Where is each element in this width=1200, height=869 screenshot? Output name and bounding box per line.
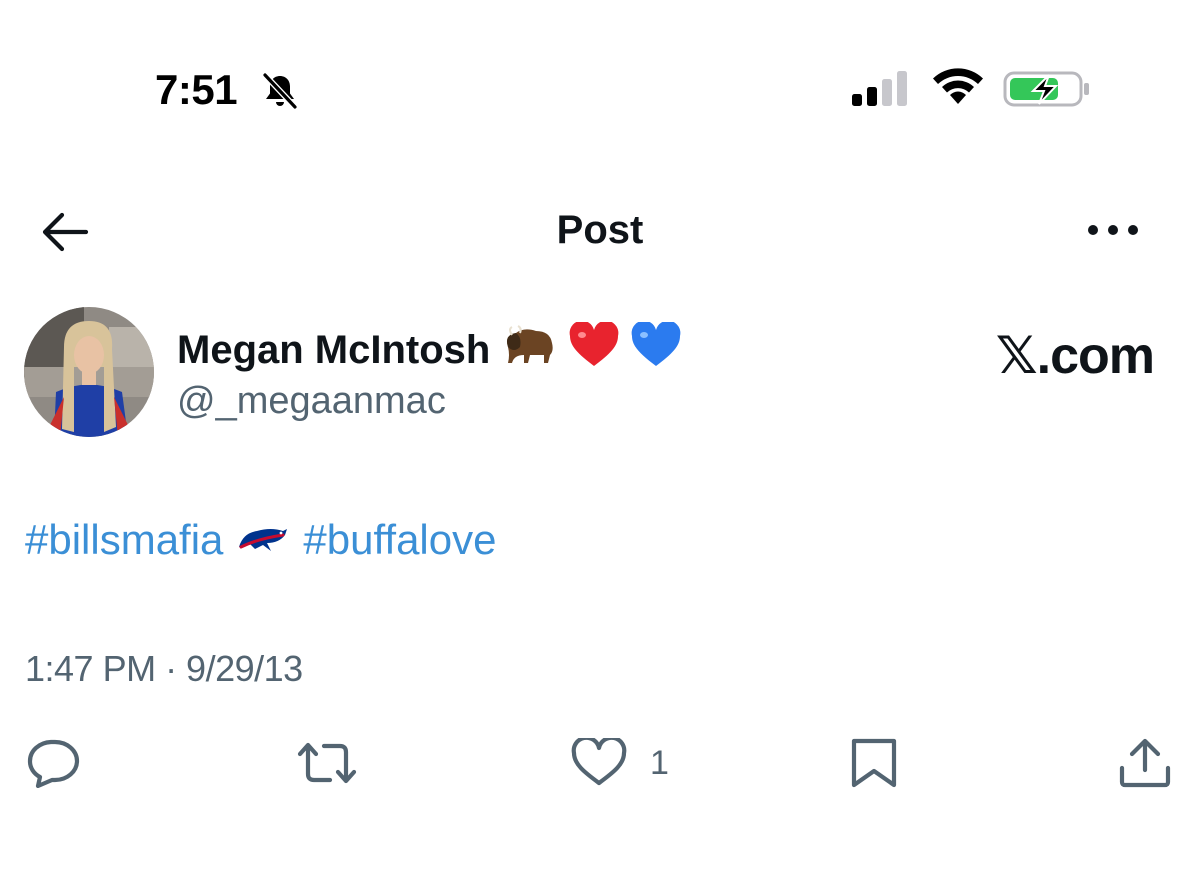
author-name-text: Megan McIntosh [177, 327, 491, 372]
author-name[interactable]: Megan McIntosh [177, 320, 682, 378]
hashtag-link[interactable]: #buffalove [303, 516, 496, 564]
page-title: Post [556, 208, 644, 252]
like-button[interactable]: 1 [570, 738, 669, 788]
heart-icon [571, 738, 627, 786]
bell-slash-icon [262, 72, 298, 110]
battery-charging-icon [1003, 71, 1089, 107]
x-com-watermark: 𝕏.com [995, 327, 1155, 385]
wifi-icon [933, 68, 983, 104]
share-icon [1119, 738, 1171, 788]
tweet-text: #billsmafia #buffalove [25, 516, 496, 564]
bookmark-button[interactable] [845, 738, 903, 788]
buffalo-bills-logo [239, 529, 288, 551]
avatar[interactable] [24, 307, 154, 437]
share-button[interactable] [1116, 738, 1174, 788]
bookmark-icon [851, 738, 897, 788]
author-handle[interactable]: @_megaanmac [177, 380, 446, 423]
repost-icon [297, 742, 357, 784]
blue-heart-icon [630, 320, 682, 378]
like-count: 1 [650, 743, 669, 782]
repost-button[interactable] [296, 738, 358, 788]
reply-button[interactable] [24, 738, 82, 788]
bison-icon [500, 325, 558, 375]
profile-photo [24, 307, 154, 437]
post-timestamp[interactable]: 1:47 PM · 9/29/13 [25, 648, 303, 690]
status-time: 7:51 [155, 66, 238, 113]
reply-icon [27, 739, 80, 788]
cellular-signal-icon [852, 71, 907, 106]
ellipsis-icon[interactable] [1085, 216, 1141, 244]
red-heart-icon [568, 320, 620, 378]
hashtag-link[interactable]: #billsmafia [25, 516, 223, 564]
post-page: 7:51 Post Megan McIntosh @_megaanmac 𝕏.c… [0, 0, 1200, 869]
